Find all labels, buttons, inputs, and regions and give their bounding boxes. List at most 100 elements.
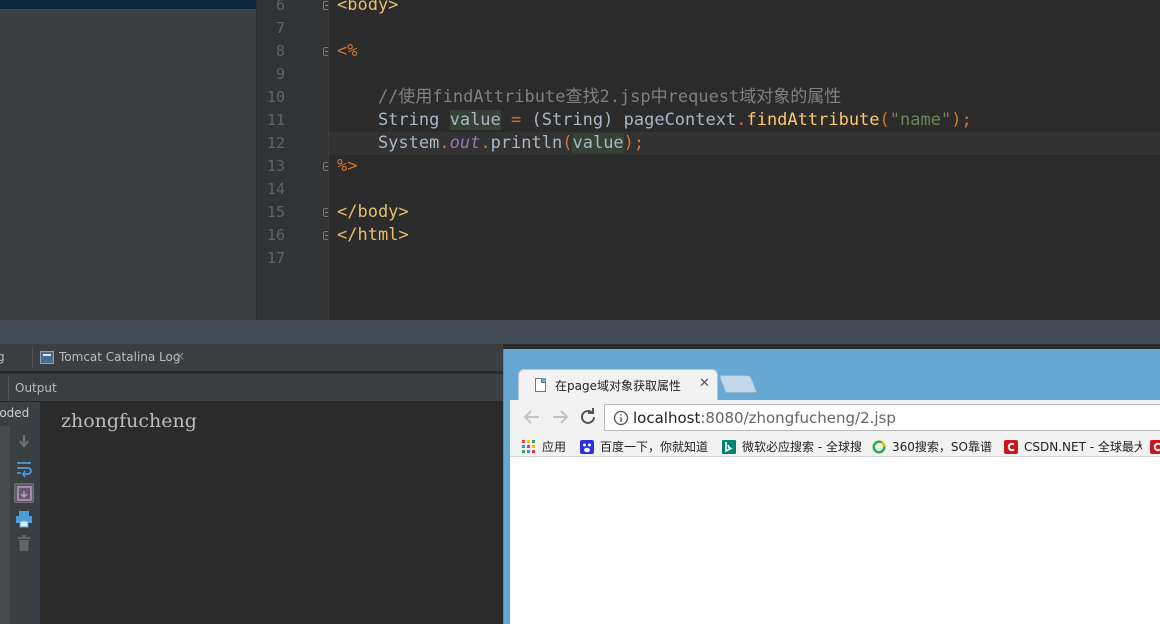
csdn-icon: [1150, 439, 1160, 454]
browser-toolbar: localhost:8080/zhongfucheng/2.jsp: [510, 400, 1160, 435]
code-token: (: [562, 133, 573, 153]
bookmark-360so[interactable]: 360搜索，SO靠谱: [872, 438, 994, 454]
code-token: );: [951, 110, 972, 130]
code-line[interactable]: [329, 63, 1160, 86]
bookmark-label: 应用: [542, 440, 567, 454]
code-token: =: [500, 110, 532, 130]
code-line[interactable]: [329, 178, 1160, 201]
code-editor[interactable]: <body> <% //使用findAttribute查找2.jsp中reques…: [328, 0, 1160, 320]
code-token: value: [449, 110, 501, 130]
code-token: <%: [337, 41, 358, 61]
bookmark-overflow[interactable]: [1150, 438, 1160, 454]
code-token: String: [337, 110, 450, 130]
code-line[interactable]: [329, 17, 1160, 40]
header-divider: [8, 376, 9, 400]
scroll-to-end-icon[interactable]: [14, 483, 34, 503]
code-token: out: [449, 133, 481, 153]
back-arrow-icon[interactable]: [520, 405, 544, 429]
code-text: String value = (String) pageContext.find…: [337, 109, 972, 132]
chrome-window: 在page域对象获取属性 ✕ localhost:8080/zhongfuche…: [503, 349, 1160, 624]
code-text: </html>: [337, 224, 409, 247]
code-token: <body>: [337, 0, 399, 15]
clear-all-trash-icon[interactable]: [14, 533, 34, 553]
close-icon[interactable]: ×: [175, 349, 185, 363]
tab-divider: [32, 348, 33, 368]
bookmark-label: 微软必应搜索 - 全球搜: [742, 440, 862, 454]
address-bar[interactable]: localhost:8080/zhongfucheng/2.jsp: [604, 404, 1160, 431]
code-line[interactable]: <body>: [329, 0, 1160, 17]
line-number: 14: [266, 180, 285, 198]
tab-partial-label[interactable]: g: [0, 350, 5, 364]
line-number: 8: [275, 42, 285, 60]
site-info-icon[interactable]: [613, 410, 629, 426]
browser-tab-active[interactable]: 在page域对象获取属性 ✕: [518, 369, 718, 401]
code-line[interactable]: [329, 247, 1160, 270]
code-token: );: [623, 133, 645, 153]
code-token: .: [480, 133, 491, 153]
forward-arrow-icon[interactable]: [548, 405, 572, 429]
line-number: 13: [266, 157, 285, 175]
bookmark-apps[interactable]: 应用: [522, 438, 574, 454]
code-token: (: [879, 110, 890, 130]
code-line[interactable]: <%: [329, 40, 1160, 63]
code-token: println: [490, 133, 563, 153]
tool-window-tabbar: g Tomcat Catalina Log ×: [0, 344, 503, 372]
bing-icon: [722, 439, 736, 454]
line-number: 16: [266, 226, 285, 244]
code-token: </body>: [337, 202, 409, 222]
browser-tab-title: 在page域对象获取属性: [555, 379, 681, 393]
scroll-down-icon[interactable]: [14, 432, 34, 452]
page-content[interactable]: [510, 457, 1160, 624]
code-line[interactable]: System.out.println(value);: [329, 132, 1160, 155]
line-number: 12: [266, 134, 285, 152]
code-line[interactable]: </html>: [329, 224, 1160, 247]
project-panel: [0, 0, 256, 320]
close-tab-icon[interactable]: ✕: [699, 376, 710, 391]
output-label: Output: [15, 381, 57, 395]
line-number: 17: [266, 249, 285, 267]
code-text: System.out.println(value);: [337, 132, 644, 155]
line-number: 9: [275, 65, 285, 83]
code-text: </body>: [337, 201, 409, 224]
code-line[interactable]: String value = (String) pageContext.find…: [329, 109, 1160, 132]
code-token: %>: [337, 156, 358, 176]
baidu-icon: [580, 439, 594, 454]
new-tab-button[interactable]: [718, 375, 758, 393]
line-number: 7: [275, 19, 285, 37]
so360-icon: [872, 439, 886, 454]
console-output-text: zhongfucheng: [61, 410, 197, 432]
code-line[interactable]: %>: [329, 155, 1160, 178]
code-token: (String): [531, 110, 624, 130]
url-host: localhost: [633, 409, 701, 427]
csdn-icon: [1004, 439, 1018, 454]
soft-wrap-icon[interactable]: [14, 458, 34, 478]
console-output[interactable]: zhongfucheng: [40, 402, 503, 624]
editor-gutter: 6 7 8 9 10 11 12 13 14 15 16 17: [256, 0, 332, 320]
code-line[interactable]: </body>: [329, 201, 1160, 224]
reload-icon[interactable]: [576, 405, 600, 429]
line-number: 11: [266, 111, 285, 129]
code-token: .: [439, 133, 450, 153]
line-number: 10: [266, 88, 285, 106]
url-path: :8080/zhongfucheng/2.jsp: [700, 409, 896, 427]
print-icon[interactable]: [14, 509, 34, 529]
bookmark-label: CSDN.NET - 全球最大: [1024, 440, 1142, 454]
bookmark-label: 百度一下，你就知道: [600, 440, 709, 454]
code-token: pageContext: [623, 110, 737, 130]
code-text: <%: [337, 40, 357, 63]
bookmark-baidu[interactable]: 百度一下，你就知道: [580, 438, 716, 454]
code-line[interactable]: //使用findAttribute查找2.jsp中request域对象的属性: [329, 86, 1160, 109]
bookmark-bing[interactable]: 微软必应搜索 - 全球搜: [722, 438, 864, 454]
panel-splitter[interactable]: [0, 320, 1160, 344]
apps-grid-icon: [522, 439, 536, 453]
url-text: localhost:8080/zhongfucheng/2.jsp: [633, 409, 896, 427]
code-token: //使用findAttribute查找2.jsp中request域对象的属性: [337, 87, 842, 107]
tab-label: Tomcat Catalina Log: [59, 350, 181, 364]
tab-tomcat-catalina-log[interactable]: Tomcat Catalina Log ×: [38, 344, 194, 372]
line-number: 15: [266, 203, 285, 221]
code-text: %>: [337, 155, 357, 178]
code-token: System: [337, 133, 440, 153]
bookmarks-bar: 应用 百度一下，你就知道 微软必应搜索 - 全球搜 360搜索，SO靠谱 CSD…: [510, 435, 1160, 457]
bookmark-label: 360搜索，SO靠谱: [892, 440, 992, 454]
bookmark-csdn[interactable]: CSDN.NET - 全球最大: [1004, 438, 1142, 454]
